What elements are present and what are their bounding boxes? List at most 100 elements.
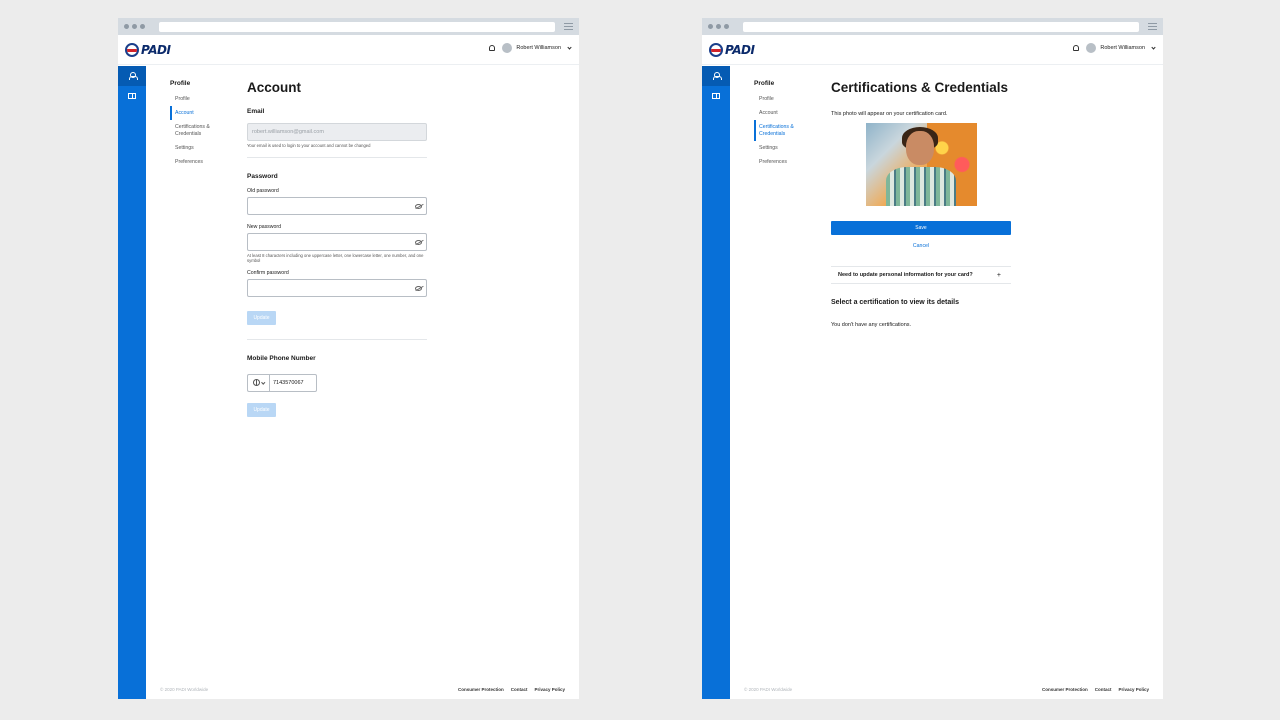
footer-link-contact[interactable]: Contact xyxy=(1095,687,1112,692)
phone-input[interactable]: 7143570067 xyxy=(269,373,317,392)
subnav-title: Profile xyxy=(754,80,775,87)
window-dot[interactable] xyxy=(716,24,721,29)
window-dot[interactable] xyxy=(124,24,129,29)
phone-row: 7143570067 xyxy=(247,373,428,392)
plus-icon[interactable]: + xyxy=(997,272,1001,279)
cancel-link[interactable]: Cancel xyxy=(831,243,1011,249)
photo-body xyxy=(886,167,956,206)
old-password-input[interactable] xyxy=(247,197,427,216)
copyright: © 2020 PADI Worldwide xyxy=(160,687,209,692)
footer-link-contact[interactable]: Contact xyxy=(511,687,528,692)
new-password-label: New password xyxy=(247,224,282,231)
footer-link-privacy-policy[interactable]: Privacy Policy xyxy=(1118,687,1149,692)
menu-icon[interactable] xyxy=(564,23,573,30)
window-dot[interactable] xyxy=(724,24,729,29)
subnav-item-account[interactable]: Account xyxy=(754,106,816,120)
profile-subnav: Profile Profile Account Certifications &… xyxy=(754,80,816,169)
browser-window-certifications: PADI Robert Williamson Profile Profile A… xyxy=(702,18,1163,699)
chevron-down-icon[interactable] xyxy=(567,44,572,50)
profile-photo[interactable] xyxy=(866,123,977,206)
profile-subnav: Profile Profile Account Certifications &… xyxy=(170,80,232,169)
chevron-down-icon xyxy=(261,380,265,384)
avatar[interactable] xyxy=(1086,43,1097,53)
book-icon xyxy=(712,93,720,99)
person-icon xyxy=(712,72,722,80)
phone-heading: Mobile Phone Number xyxy=(247,354,316,362)
subnav-item-settings[interactable]: Settings xyxy=(754,141,816,155)
book-icon xyxy=(128,93,136,99)
top-bar: PADI Robert Williamson xyxy=(118,35,579,65)
top-bar: PADI Robert Williamson xyxy=(702,35,1163,65)
user-menu[interactable]: Robert Williamson xyxy=(1073,43,1156,53)
footer-links: Consumer Protection Contact Privacy Poli… xyxy=(458,687,565,692)
sidebar-item-profile[interactable] xyxy=(118,66,146,86)
browser-chrome xyxy=(702,18,1163,35)
photo-note: This photo will appear on your certifica… xyxy=(831,111,948,117)
menu-icon[interactable] xyxy=(1148,23,1157,30)
globe-icon xyxy=(252,379,260,387)
email-value: robert.williamson@gmail.com xyxy=(252,129,324,135)
subnav-item-certifications[interactable]: Certifications & Credentials xyxy=(170,120,232,141)
new-password-helper: At least 8 characters including one uppe… xyxy=(247,253,424,264)
browser-chrome xyxy=(118,18,579,35)
footer-link-consumer-protection[interactable]: Consumer Protection xyxy=(1042,687,1088,692)
select-certification-heading: Select a certification to view its detai… xyxy=(831,299,959,306)
certifications-content: Certifications & Credentials This photo … xyxy=(831,80,1012,328)
subnav-item-settings[interactable]: Settings xyxy=(170,141,232,155)
padi-logo[interactable]: PADI xyxy=(125,43,171,57)
sidebar-item-logbook[interactable] xyxy=(118,86,146,106)
padi-logo[interactable]: PADI xyxy=(709,43,755,57)
eye-slash-icon[interactable] xyxy=(415,285,422,291)
divider xyxy=(247,157,427,159)
subnav-item-account[interactable]: Account xyxy=(170,106,232,120)
sidebar xyxy=(118,66,146,699)
window-dot[interactable] xyxy=(708,24,713,29)
old-password-label: Old password xyxy=(247,188,279,195)
email-field: robert.williamson@gmail.com xyxy=(247,123,427,141)
save-button[interactable]: Save xyxy=(831,221,1011,235)
email-helper: Your email is used to login to your acco… xyxy=(247,143,371,148)
country-code-select[interactable] xyxy=(247,373,269,392)
update-password-button[interactable]: Update xyxy=(247,310,276,325)
logo-text: PADI xyxy=(725,43,755,57)
globe-logo-icon xyxy=(709,43,723,57)
account-content: Account Email robert.williamson@gmail.co… xyxy=(247,80,428,417)
user-menu[interactable]: Robert Williamson xyxy=(489,43,572,53)
confirm-password-label: Confirm password xyxy=(247,269,289,276)
footer-link-consumer-protection[interactable]: Consumer Protection xyxy=(458,687,504,692)
bell-icon[interactable] xyxy=(489,45,496,51)
footer-link-privacy-policy[interactable]: Privacy Policy xyxy=(534,687,565,692)
address-bar[interactable] xyxy=(159,22,555,32)
eye-slash-icon[interactable] xyxy=(415,204,422,210)
chevron-down-icon[interactable] xyxy=(1151,44,1156,50)
new-password-input[interactable] xyxy=(247,233,427,252)
avatar[interactable] xyxy=(502,43,513,53)
copyright: © 2020 PADI Worldwide xyxy=(744,687,793,692)
footer-links: Consumer Protection Contact Privacy Poli… xyxy=(1042,687,1149,692)
accordion-label: Need to update personal information for … xyxy=(838,272,973,278)
subnav-item-preferences[interactable]: Preferences xyxy=(754,155,816,169)
eye-slash-icon[interactable] xyxy=(415,240,422,246)
subnav-title: Profile xyxy=(170,80,191,87)
browser-window-account: PADI Robert Williamson Profile Profile A… xyxy=(118,18,579,699)
subnav-item-certifications[interactable]: Certifications & Credentials xyxy=(754,120,816,141)
window-dot[interactable] xyxy=(140,24,145,29)
user-name[interactable]: Robert Williamson xyxy=(1100,45,1145,51)
subnav-item-profile[interactable]: Profile xyxy=(170,92,232,106)
update-info-accordion[interactable]: Need to update personal information for … xyxy=(831,266,1011,284)
page-title: Certifications & Credentials xyxy=(831,80,1009,95)
update-phone-button[interactable]: Update xyxy=(247,402,276,417)
confirm-password-input[interactable] xyxy=(247,278,427,297)
footer: © 2020 PADI Worldwide Consumer Protectio… xyxy=(744,687,1149,692)
subnav-item-preferences[interactable]: Preferences xyxy=(170,155,232,169)
email-heading: Email xyxy=(247,108,265,115)
bell-icon[interactable] xyxy=(1073,45,1080,51)
user-name[interactable]: Robert Williamson xyxy=(516,45,561,51)
subnav-item-profile[interactable]: Profile xyxy=(754,92,816,106)
photo-face xyxy=(906,131,934,165)
address-bar[interactable] xyxy=(743,22,1139,32)
window-dot[interactable] xyxy=(132,24,137,29)
sidebar-item-profile[interactable] xyxy=(702,66,730,86)
person-icon xyxy=(128,72,138,80)
sidebar-item-logbook[interactable] xyxy=(702,86,730,106)
